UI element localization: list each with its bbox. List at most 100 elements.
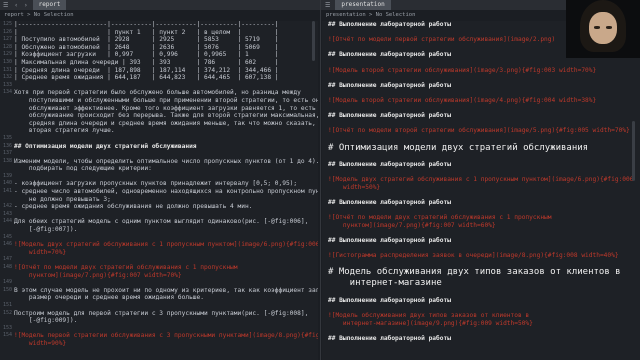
editor-line[interactable]: ![Гистограмма распределения заявок в оче… xyxy=(328,252,636,260)
editor-line[interactable]: width=90%} xyxy=(14,340,314,348)
editor-line[interactable]: | Коэффициент загрузки | 0,997 | 0,996 |… xyxy=(14,51,314,59)
editor-line[interactable] xyxy=(14,302,314,310)
editor-line[interactable]: ## Выполнение лабораторной работы xyxy=(328,237,636,245)
editor-line[interactable]: | Максимальная длина очереди | 393 | 393… xyxy=(14,59,314,67)
editor-line[interactable] xyxy=(328,135,636,143)
editor-line[interactable]: ## Выполнение лабораторной работы xyxy=(328,82,636,90)
editor-line[interactable] xyxy=(328,289,636,297)
editor-line[interactable]: обслуживает эффективнее. Кроме того коэф… xyxy=(14,105,316,113)
editor-line[interactable]: ![Модель второй стратегии обслуживания](… xyxy=(328,97,636,105)
editor-line[interactable]: ![Модель второй стратегии обслуживания](… xyxy=(328,67,636,75)
editor-line[interactable]: вторая стратегия лучше. xyxy=(14,127,314,135)
editor-line[interactable] xyxy=(328,59,636,67)
editor-line[interactable]: ![Модель первой стратегии обслуживания с… xyxy=(14,332,318,340)
editor-line[interactable]: # Модель обслуживания двух типов заказов… xyxy=(328,267,636,278)
back-arrow-icon[interactable]: ‹ xyxy=(11,2,21,9)
editor-line[interactable]: | Среднее время ожидания | 644,187 | 644… xyxy=(14,74,314,82)
editor-line[interactable] xyxy=(328,105,636,113)
editor-line[interactable]: - среднее время ожидания обслуживания не… xyxy=(14,203,314,211)
editor-line[interactable]: средняя длина очереди и среднее время ож… xyxy=(14,120,316,128)
editor-line[interactable]: [-@fig:009]). xyxy=(14,317,314,325)
line-number: 136 xyxy=(2,142,12,149)
editor-line[interactable]: - среднее число автомобилей, одновременн… xyxy=(14,188,318,196)
sidebar-toggle-icon[interactable]: ☰ xyxy=(0,2,11,9)
editor-line[interactable]: ![Модель обслуживания двух типов заказов… xyxy=(328,312,636,320)
forward-arrow-icon[interactable]: › xyxy=(21,2,31,9)
editor-line[interactable] xyxy=(14,135,314,143)
left-scrollbar[interactable] xyxy=(312,21,315,61)
editor-line[interactable] xyxy=(14,150,314,158)
line-number: 145 xyxy=(2,233,12,240)
line-number: 150 xyxy=(2,286,12,293)
right-editor[interactable]: ## Выполнение лабораторной работы ![Отчё… xyxy=(322,21,640,360)
line-number: 137 xyxy=(2,150,12,157)
editor-line[interactable]: ## Выполнение лабораторной работы xyxy=(328,161,636,169)
editor-line[interactable]: пунктом](image/7.png){#fig:007 width=60%… xyxy=(328,222,636,230)
editor-line[interactable]: интернет-магазине xyxy=(328,278,636,289)
left-editor[interactable]: 125 126 127 128 129 130 131 132 133 134 135 136 137 1… xyxy=(0,21,318,360)
line-number: 148 xyxy=(2,264,12,270)
editor-line[interactable] xyxy=(328,154,636,162)
line-number xyxy=(0,120,12,128)
editor-line[interactable]: обслуживание происходит без перерыва. Та… xyxy=(14,112,318,120)
editor-line[interactable] xyxy=(328,89,636,97)
editor-line[interactable]: ![Отчёт по модели двух стратегий обслужи… xyxy=(14,264,314,272)
editor-line[interactable]: |------------------------|-----------|--… xyxy=(14,21,314,29)
editor-line[interactable]: ![Модель двух стратегий обслуживания с 1… xyxy=(328,176,636,184)
editor-line[interactable]: # Оптимизация модели двух стратегий обсл… xyxy=(328,143,636,154)
editor-line[interactable]: width=70%} xyxy=(14,249,314,257)
line-number xyxy=(0,127,12,135)
right-scrollbar[interactable] xyxy=(632,121,635,181)
editor-line[interactable]: | Средняя длина очереди | 187,898 | 187,… xyxy=(14,67,314,75)
line-number xyxy=(0,340,12,348)
line-number xyxy=(0,226,12,234)
editor-line[interactable]: | Поступило автомобилей | 2928 | 2925 | … xyxy=(14,36,314,44)
editor-line[interactable]: [-@fig:007]). xyxy=(14,226,314,234)
line-number: 153 xyxy=(2,324,12,331)
line-number: 149 xyxy=(2,279,12,286)
editor-line[interactable]: ![Модель двух стратегий обслуживания с 1… xyxy=(14,241,318,249)
editor-line[interactable] xyxy=(328,327,636,335)
line-number xyxy=(0,317,12,325)
editor-line[interactable]: ![Отчёт по модели двух стратегий обслужи… xyxy=(328,214,636,222)
editor-line[interactable]: Для обеих стратегий модель с одним пункт… xyxy=(14,218,314,226)
sidebar-toggle-icon[interactable]: ☰ xyxy=(322,2,333,9)
line-number: 141 xyxy=(2,188,12,195)
eye-left xyxy=(594,26,600,29)
editor-line[interactable]: ![Отчёт по модели второй стратегии обслу… xyxy=(328,127,636,135)
editor-line[interactable]: ## Выполнение лабораторной работы xyxy=(328,112,636,120)
line-number: 133 xyxy=(2,81,12,88)
right-breadcrumb: presentation > No Selection xyxy=(326,12,416,18)
left-breadcrumb: report > No Selection xyxy=(4,12,74,18)
line-number: 139 xyxy=(2,172,12,179)
editor-line[interactable]: поступившими и обслуженными больше при п… xyxy=(14,97,318,105)
editor-line[interactable]: width=50%} xyxy=(328,184,636,192)
editor-line[interactable]: пунктом](image/7.png){#fig:007 width=70%… xyxy=(14,272,314,280)
line-number: 126 xyxy=(2,28,12,35)
editor-content[interactable]: |------------------------|-----------|--… xyxy=(14,21,318,348)
tab-presentation[interactable]: presentation xyxy=(335,0,391,10)
editor-line[interactable] xyxy=(328,191,636,199)
editor-content[interactable]: ## Выполнение лабораторной работы ![Отчё… xyxy=(328,21,636,343)
editor-line[interactable] xyxy=(328,74,636,82)
pane-divider[interactable] xyxy=(320,0,321,360)
line-number xyxy=(0,165,12,173)
tab-report[interactable]: report xyxy=(32,0,67,10)
editor-line[interactable]: Построим модель для первой стратегии с 3… xyxy=(14,310,314,318)
editor-line[interactable]: размер очереди и среднее время ожидания … xyxy=(14,294,314,302)
editor-line[interactable] xyxy=(328,245,636,253)
editor-line[interactable]: подбирать под следующие критерии: xyxy=(14,165,314,173)
editor-line[interactable] xyxy=(14,256,314,264)
editor-line[interactable]: ## Выполнение лабораторной работы xyxy=(328,335,636,343)
editor-line[interactable]: интернет-магазине](image/9.png){#fig:009… xyxy=(328,320,636,328)
line-number xyxy=(0,249,12,257)
editor-line[interactable]: ## Выполнение лабораторной работы xyxy=(328,297,636,305)
eye-right xyxy=(606,26,612,29)
editor-line[interactable]: Хотя при первой стратегии было обслужено… xyxy=(14,89,314,97)
editor-line[interactable]: - коэффициент загрузки пропускных пункто… xyxy=(14,180,314,188)
editor-line[interactable] xyxy=(328,229,636,237)
line-number xyxy=(0,196,12,204)
editor-line[interactable] xyxy=(14,279,314,287)
editor-line[interactable]: ## Выполнение лабораторной работы xyxy=(328,199,636,207)
editor-line[interactable]: ## Оптимизация модели двух стратегий обс… xyxy=(14,143,314,151)
